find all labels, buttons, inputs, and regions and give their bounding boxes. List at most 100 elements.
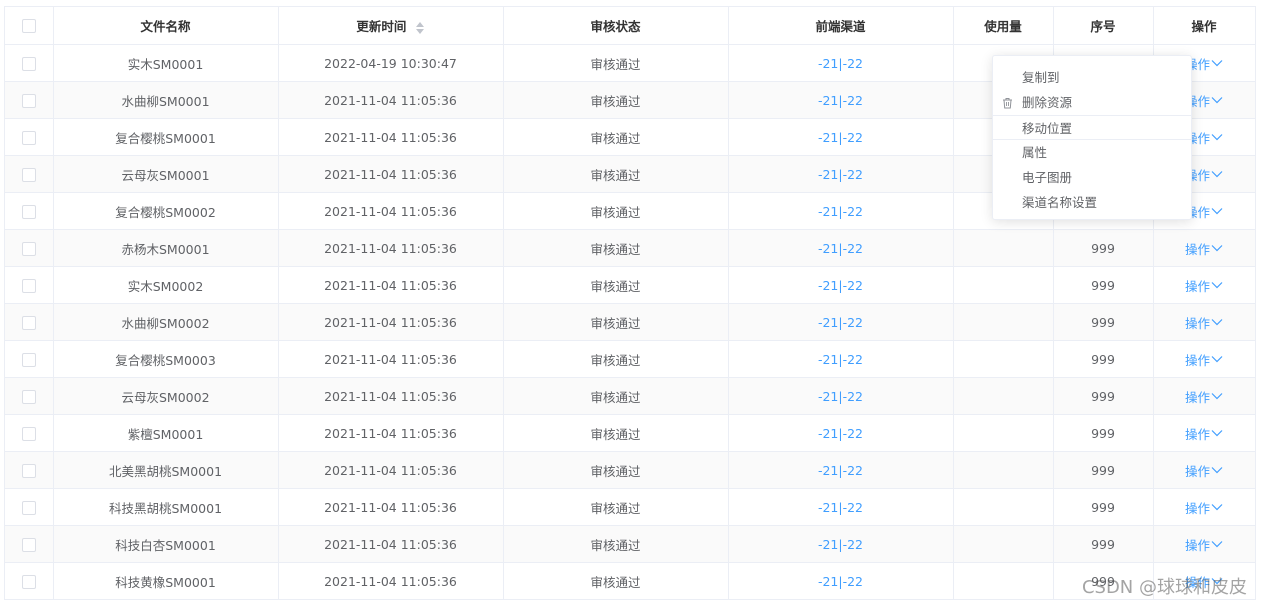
cell-status: 审核通过 (503, 414, 729, 452)
channel-link[interactable]: -21|-22 (818, 130, 863, 145)
channel-link[interactable]: -21|-22 (818, 315, 863, 330)
cell-seq: 999 (1053, 414, 1154, 452)
row-checkbox[interactable] (21, 500, 36, 515)
chevron-down-icon (1211, 134, 1223, 141)
header-channel: 前端渠道 (728, 7, 954, 45)
row-checkbox[interactable] (21, 56, 36, 71)
action-dropdown-trigger[interactable]: 操作 (1185, 350, 1223, 369)
cell-name: 云母灰SM0002 (53, 377, 279, 415)
row-checkbox[interactable] (21, 537, 36, 552)
channel-link[interactable]: -21|-22 (818, 204, 863, 219)
row-select-cell (5, 81, 54, 119)
row-checkbox[interactable] (21, 574, 36, 589)
cell-channel: -21|-22 (728, 488, 954, 526)
dropdown-item[interactable]: 渠道名称设置 (993, 190, 1191, 215)
cell-name: 水曲柳SM0001 (53, 81, 279, 119)
cell-seq: 999 (1053, 229, 1154, 267)
action-dropdown-trigger[interactable]: 操作 (1185, 461, 1223, 480)
cell-usage (953, 451, 1054, 489)
row-select-cell (5, 155, 54, 193)
row-checkbox[interactable] (21, 426, 36, 441)
channel-link[interactable]: -21|-22 (818, 93, 863, 108)
row-select-cell (5, 44, 54, 82)
cell-name: 科技黄橡SM0001 (53, 562, 279, 600)
row-checkbox[interactable] (21, 93, 36, 108)
channel-link[interactable]: -21|-22 (818, 463, 863, 478)
watermark: CSDN @球球和皮皮 (1081, 577, 1247, 598)
channel-link[interactable]: -21|-22 (818, 574, 863, 589)
row-checkbox[interactable] (21, 167, 36, 182)
chevron-down-icon (1211, 541, 1223, 548)
select-all-checkbox[interactable] (21, 19, 36, 34)
cell-status: 审核通过 (503, 44, 729, 82)
cell-updated: 2022-04-19 10:30:47 (278, 44, 504, 82)
dropdown-item[interactable]: 复制到 (993, 65, 1191, 90)
cell-channel: -21|-22 (728, 229, 954, 267)
action-dropdown-trigger[interactable]: 操作 (1185, 313, 1223, 332)
header-seq: 序号 (1053, 7, 1154, 45)
cell-updated: 2021-11-04 11:05:36 (278, 192, 504, 230)
channel-link[interactable]: -21|-22 (818, 278, 863, 293)
cell-status: 审核通过 (503, 192, 729, 230)
action-dropdown-trigger[interactable]: 操作 (1185, 424, 1223, 443)
dropdown-item[interactable]: 删除资源 (993, 90, 1191, 115)
channel-link[interactable]: -21|-22 (818, 500, 863, 515)
action-label: 操作 (1184, 278, 1210, 294)
cell-name: 北美黑胡桃SM0001 (53, 451, 279, 489)
table-row[interactable]: 赤杨木SM0001 2021-11-04 11:05:36 审核通过 -21|-22 9… (5, 229, 1256, 267)
table-row[interactable]: 实木SM0002 2021-11-04 11:05:36 审核通过 -21|-22 99… (5, 266, 1256, 304)
table-row[interactable]: 科技黄橡SM0001 2021-11-04 11:05:36 审核通过 -21|-22… (5, 562, 1256, 600)
table-row[interactable]: 紫檀SM0001 2021-11-04 11:05:36 审核通过 -21|-22 99… (5, 414, 1256, 452)
header-usage: 使用量 (953, 7, 1054, 45)
header-updated-label: 更新时间 (356, 19, 407, 34)
row-checkbox[interactable] (21, 463, 36, 478)
cell-updated: 2021-11-04 11:05:36 (278, 562, 504, 600)
dropdown-item[interactable]: 移动位置 (993, 115, 1191, 140)
action-dropdown-trigger[interactable]: 操作 (1185, 276, 1223, 295)
cell-status: 审核通过 (503, 488, 729, 526)
cell-usage (953, 229, 1054, 267)
channel-link[interactable]: -21|-22 (818, 537, 863, 552)
row-checkbox[interactable] (21, 315, 36, 330)
dropdown-item-label: 删除资源 (1022, 95, 1073, 110)
dropdown-item[interactable]: 电子图册 (993, 165, 1191, 190)
cell-action: 操作 (1152, 340, 1256, 378)
table-row[interactable]: 复合樱桃SM0003 2021-11-04 11:05:36 审核通过 -21|-22… (5, 340, 1256, 378)
channel-link[interactable]: -21|-22 (818, 426, 863, 441)
row-checkbox[interactable] (21, 241, 36, 256)
header-updated[interactable]: 更新时间 (278, 7, 504, 45)
action-dropdown-trigger[interactable]: 操作 (1185, 239, 1223, 258)
cell-channel: -21|-22 (728, 81, 954, 119)
channel-link[interactable]: -21|-22 (818, 56, 863, 71)
row-checkbox[interactable] (21, 352, 36, 367)
table-row[interactable]: 科技白杏SM0001 2021-11-04 11:05:36 审核通过 -21|-22… (5, 525, 1256, 563)
action-dropdown-trigger[interactable]: 操作 (1185, 387, 1223, 406)
cell-channel: -21|-22 (728, 266, 954, 304)
action-dropdown-trigger[interactable]: 操作 (1185, 535, 1223, 554)
cell-status: 审核通过 (503, 118, 729, 156)
table-row[interactable]: 北美黑胡桃SM0001 2021-11-04 11:05:36 审核通过 -21|-2… (5, 451, 1256, 489)
channel-link[interactable]: -21|-22 (818, 389, 863, 404)
dropdown-item[interactable]: 属性 (993, 140, 1191, 165)
cell-usage (953, 340, 1054, 378)
table-row[interactable]: 云母灰SM0002 2021-11-04 11:05:36 审核通过 -21|-22 9… (5, 377, 1256, 415)
channel-link[interactable]: -21|-22 (818, 167, 863, 182)
sort-caret-icon[interactable] (415, 21, 425, 35)
cell-channel: -21|-22 (728, 377, 954, 415)
row-checkbox[interactable] (21, 278, 36, 293)
cell-status: 审核通过 (503, 229, 729, 267)
cell-seq: 999 (1053, 488, 1154, 526)
row-checkbox[interactable] (21, 130, 36, 145)
table-row[interactable]: 水曲柳SM0002 2021-11-04 11:05:36 审核通过 -21|-22 9… (5, 303, 1256, 341)
cell-name: 云母灰SM0001 (53, 155, 279, 193)
cell-seq: 999 (1053, 303, 1154, 341)
channel-link[interactable]: -21|-22 (818, 241, 863, 256)
chevron-down-icon (1211, 430, 1223, 437)
cell-updated: 2021-11-04 11:05:36 (278, 229, 504, 267)
action-dropdown-trigger[interactable]: 操作 (1185, 498, 1223, 517)
channel-link[interactable]: -21|-22 (818, 352, 863, 367)
row-select-cell (5, 229, 54, 267)
row-checkbox[interactable] (21, 389, 36, 404)
row-checkbox[interactable] (21, 204, 36, 219)
table-row[interactable]: 科技黑胡桃SM0001 2021-11-04 11:05:36 审核通过 -21|-2… (5, 488, 1256, 526)
